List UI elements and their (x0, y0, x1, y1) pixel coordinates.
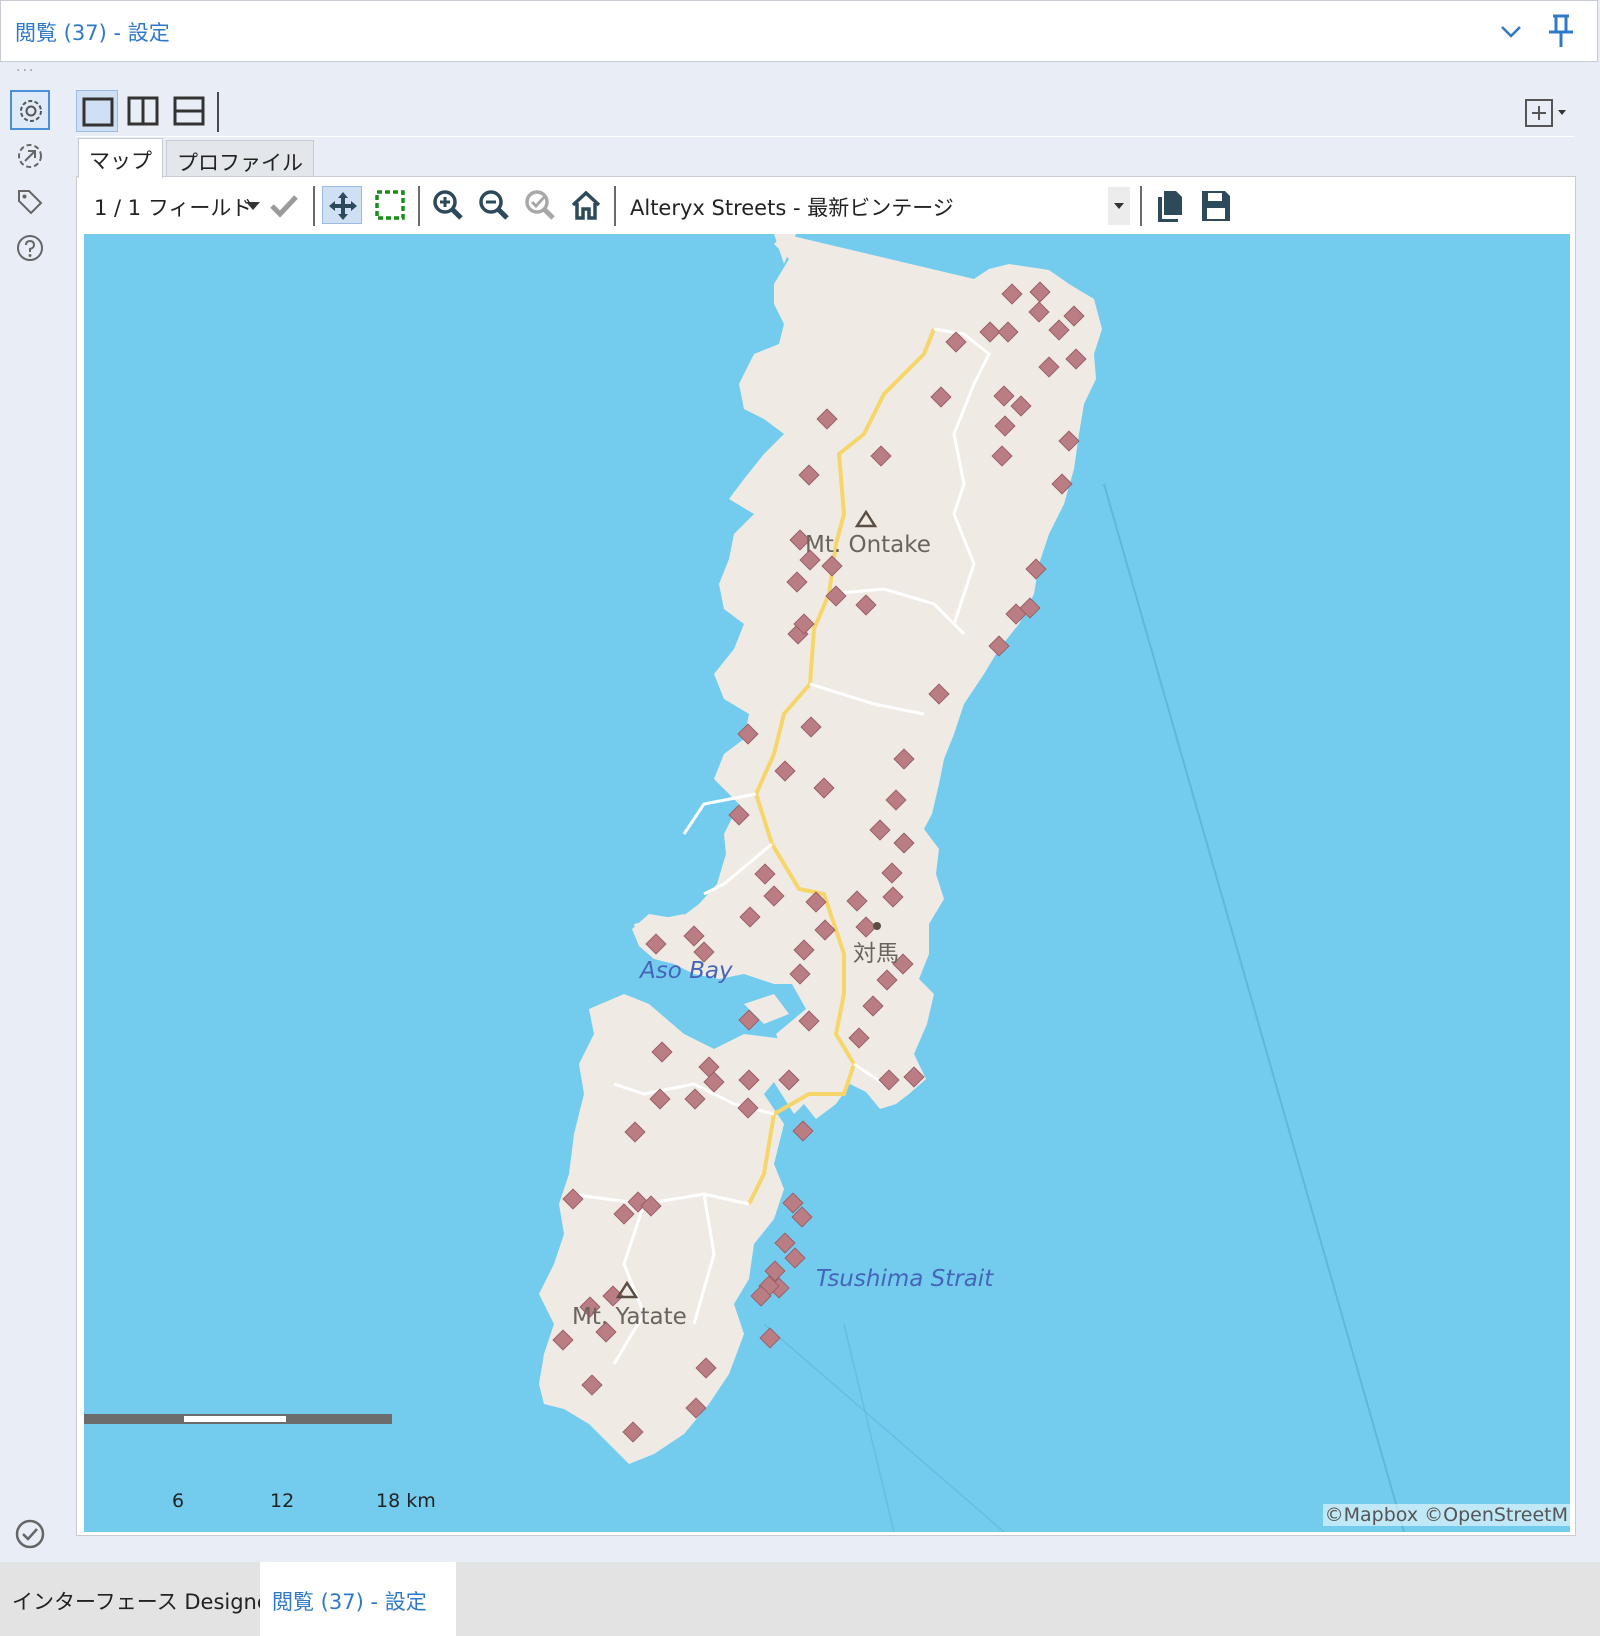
single-pane-icon[interactable] (76, 90, 118, 132)
tag-icon[interactable] (10, 182, 50, 222)
toolbar-separator (614, 186, 616, 226)
overflow-dots-icon[interactable]: ··· (16, 64, 35, 78)
chevron-down-icon[interactable] (1499, 19, 1523, 43)
panel-title: 閲覧 (37) - 設定 (15, 21, 170, 45)
gear-icon[interactable] (10, 90, 50, 130)
basemap-select[interactable]: Alteryx Streets - 最新ビンテージ (618, 185, 1132, 227)
field-selector[interactable]: 1 / 1 フィールド (94, 192, 252, 222)
zoom-in-icon[interactable] (428, 186, 468, 224)
map-canvas[interactable] (84, 234, 1570, 1532)
pin-icon[interactable] (1545, 13, 1577, 49)
label-mt-ontake: Mt. Ontake (805, 532, 931, 558)
dropdown-arrow-icon[interactable] (245, 200, 261, 212)
panel-title-bar: 閲覧 (37) - 設定 (0, 0, 1598, 62)
scale-bar-segment (184, 1416, 286, 1422)
question-icon[interactable] (10, 228, 50, 268)
scale-tick-label: 12 (270, 1490, 295, 1512)
zoom-out-icon[interactable] (474, 186, 514, 224)
copy-icon[interactable] (1150, 186, 1190, 224)
point-marker[interactable] (792, 1120, 814, 1142)
north-island (632, 234, 1102, 1119)
add-panel-icon[interactable] (1522, 96, 1570, 130)
south-island (539, 994, 789, 1464)
pan-icon[interactable] (322, 186, 362, 224)
tab-interface-designer[interactable]: インターフェース Designer (0, 1562, 291, 1636)
left-rail (0, 62, 60, 1562)
vertical-split-icon[interactable] (122, 90, 164, 132)
label-mt-yatate: Mt. Yatate (572, 1304, 687, 1330)
horizontal-split-icon[interactable] (168, 90, 210, 132)
toolbar-separator (418, 186, 420, 226)
toolbar-separator (1140, 186, 1142, 226)
label-tsushima-city: 対馬 (853, 941, 899, 967)
tab-map[interactable]: マップ (78, 138, 163, 178)
label-tsushima-strait: Tsushima Strait (816, 1266, 994, 1292)
point-marker[interactable] (784, 1247, 806, 1269)
map-attribution[interactable]: ©Mapbox ©OpenStreetM (1322, 1504, 1570, 1526)
scale-tick-label: 18 km (376, 1490, 436, 1512)
toolbar-separator (313, 186, 315, 226)
toolbar-divider (217, 92, 219, 132)
basemap-dropdown-button[interactable] (1108, 187, 1130, 225)
basemap-value: Alteryx Streets - 最新ビンテージ (630, 196, 954, 220)
tab-strip (76, 136, 1574, 137)
check-circle-icon[interactable] (14, 1518, 46, 1550)
connection-arrow-icon[interactable] (10, 136, 50, 176)
home-icon[interactable] (566, 186, 606, 224)
label-aso-bay: Aso Bay (640, 958, 733, 984)
zoom-to-selection-icon[interactable] (520, 186, 560, 224)
point-marker[interactable] (759, 1327, 781, 1349)
point-marker[interactable] (774, 1232, 796, 1254)
select-rectangle-icon[interactable] (370, 186, 410, 224)
map-view[interactable]: Mt. Ontake 対馬 Aso Bay Tsushima Strait Mt… (84, 234, 1570, 1532)
town-dot-icon (873, 922, 881, 930)
save-icon[interactable] (1196, 186, 1236, 224)
tab-profile[interactable]: プロファイル (166, 140, 314, 178)
scale-tick-label: 6 (172, 1490, 185, 1512)
apply-check-icon[interactable] (264, 186, 304, 224)
tab-browse-config[interactable]: 閲覧 (37) - 設定 (260, 1562, 456, 1636)
